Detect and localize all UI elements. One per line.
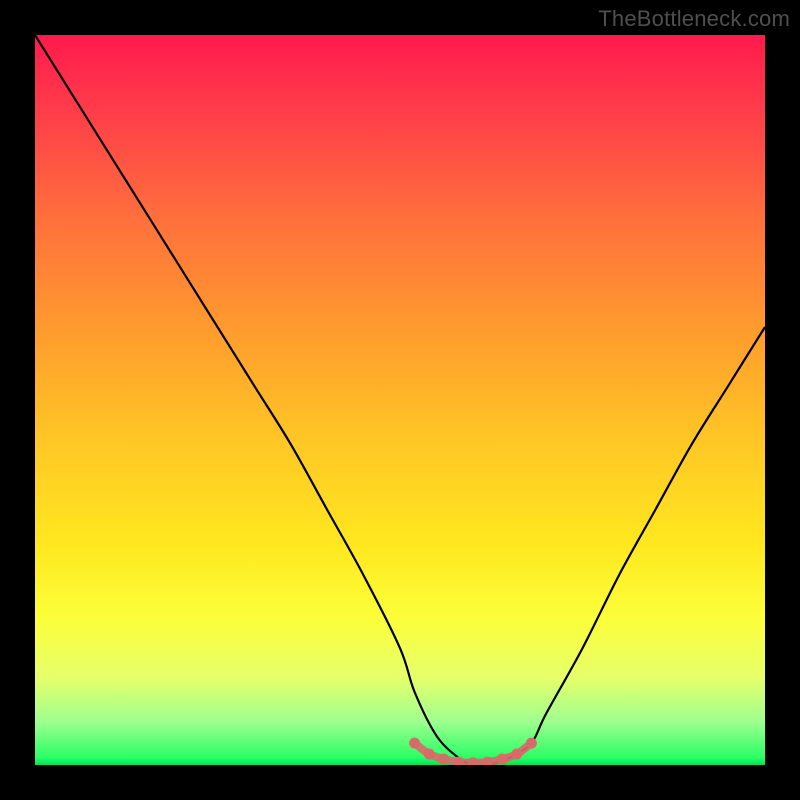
chart-plot-area bbox=[35, 35, 765, 765]
watermark-text: TheBottleneck.com bbox=[598, 6, 790, 32]
optimal-marker bbox=[497, 754, 508, 765]
optimal-marker bbox=[526, 738, 537, 749]
optimal-marker bbox=[511, 749, 522, 760]
chart-svg bbox=[35, 35, 765, 765]
optimal-marker bbox=[468, 757, 479, 765]
chart-frame: TheBottleneck.com bbox=[0, 0, 800, 800]
bottleneck-curve-line bbox=[35, 35, 765, 765]
optimal-marker bbox=[424, 749, 435, 760]
optimal-region-markers bbox=[409, 738, 537, 765]
optimal-marker bbox=[438, 754, 449, 765]
optimal-marker bbox=[409, 738, 420, 749]
